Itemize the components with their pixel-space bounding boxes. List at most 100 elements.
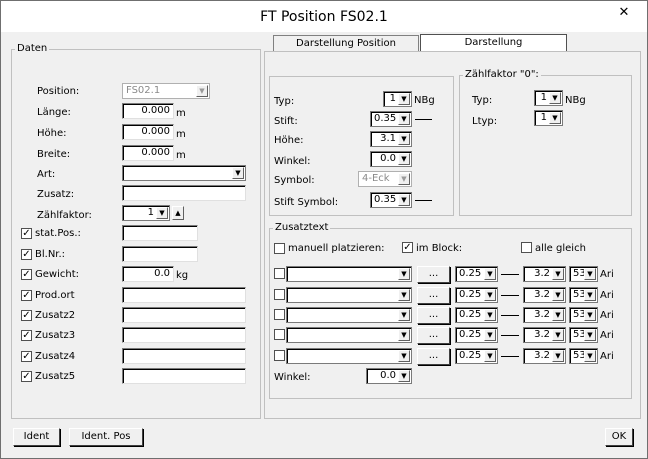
chevron-down-icon[interactable]: ▼ [398,153,410,165]
zusatztext-row-checkbox[interactable] [274,289,285,300]
zusatztext-row-font-select[interactable]: 53 ▼ [569,266,598,282]
zusatztext-row-font-select[interactable]: 53 ▼ [569,287,598,303]
ok-button[interactable]: OK [605,428,633,446]
chevron-down-icon[interactable]: ▼ [584,268,596,280]
tab-darstellung[interactable]: Darstellung [420,34,567,51]
zusatz5-checkbox[interactable]: ✓ [21,371,32,382]
breite-input[interactable]: 0.000 [122,145,174,161]
z0-typ-select[interactable]: 1 ▼ [534,90,563,106]
browse-button[interactable]: ... [417,307,450,324]
chevron-up-icon[interactable]: ▲ [172,206,184,220]
zusatztext-row-font-select[interactable]: 53 ▼ [569,327,598,343]
chevron-down-icon[interactable]: ▼ [484,329,496,341]
ident-button[interactable]: Ident [13,428,60,446]
zusatztext-row-checkbox[interactable] [274,329,285,340]
zusatz2-input[interactable] [122,307,246,323]
zusatztext-row-hoehe-select[interactable]: 3.2 ▼ [523,327,566,343]
zusatztext-row-select[interactable]: ▼ [286,266,412,282]
chevron-down-icon[interactable]: ▼ [232,167,244,179]
chevron-down-icon[interactable]: ▼ [484,350,496,362]
chevron-down-icon[interactable]: ▼ [552,289,564,301]
zusatz4-checkbox[interactable]: ✓ [21,351,32,362]
tab-darstellung-position[interactable]: Darstellung Position [273,35,419,51]
zusatztext-row-checkbox[interactable] [274,309,285,320]
zusatztext-row-stift-select[interactable]: 0.25 ▼ [455,307,498,323]
browse-button[interactable]: ... [417,287,450,304]
manuell-checkbox[interactable] [274,243,285,254]
chevron-down-icon[interactable]: ▼ [584,350,596,362]
chevron-down-icon[interactable]: ▼ [398,133,410,145]
chevron-down-icon[interactable]: ▼ [552,329,564,341]
chevron-down-icon[interactable]: ▼ [549,112,561,124]
chevron-down-icon[interactable]: ▼ [584,309,596,321]
typ-select[interactable]: 1 ▼ [383,91,412,107]
chevron-down-icon[interactable]: ▼ [552,268,564,280]
zaehlfaktor-select[interactable]: 1 ▼ [122,205,170,221]
chevron-down-icon[interactable]: ▼ [156,207,168,219]
art-select[interactable]: ▼ [122,165,246,181]
zusatztext-row-font-select[interactable]: 53 ▼ [569,307,598,323]
zusatz5-input[interactable] [122,368,246,384]
zusatztext-row-hoehe-select[interactable]: 3.2 ▼ [523,266,566,282]
browse-button[interactable]: ... [417,348,450,365]
zusatztext-row-checkbox[interactable] [274,268,285,279]
darst-hoehe-select[interactable]: 3.1 ▼ [370,131,412,147]
chevron-down-icon[interactable]: ▼ [584,329,596,341]
zusatztext-row-select[interactable]: ▼ [286,287,412,303]
browse-button[interactable]: ... [417,266,450,283]
chevron-down-icon[interactable]: ▼ [398,289,410,301]
chevron-down-icon[interactable]: ▼ [484,289,496,301]
chevron-down-icon[interactable]: ▼ [484,268,496,280]
chevron-down-icon[interactable]: ▼ [398,194,410,206]
zusatz3-input[interactable] [122,327,246,343]
statpos-input[interactable] [122,225,198,241]
zusatztext-row-select[interactable]: ▼ [286,327,412,343]
chevron-down-icon[interactable]: ▼ [398,350,410,362]
allegleich-checkbox[interactable] [521,242,532,253]
zusatztext-row-hoehe-select[interactable]: 3.2 ▼ [523,287,566,303]
imblock-checkbox[interactable]: ✓ [402,242,413,253]
zusatz3-checkbox[interactable]: ✓ [21,330,32,341]
chevron-down-icon[interactable]: ▼ [398,309,410,321]
chevron-down-icon[interactable]: ▼ [398,370,410,382]
zusatztext-row-hoehe-select[interactable]: 3.2 ▼ [523,307,566,323]
winkel-select[interactable]: 0.0 ▼ [370,151,412,167]
zusatztext-row-select[interactable]: ▼ [286,348,412,364]
zusatz2-checkbox[interactable]: ✓ [21,310,32,321]
zusatz4-input[interactable] [122,348,246,364]
stift-select[interactable]: 0.35 ▼ [370,111,412,127]
blnr-input[interactable] [122,246,198,262]
chevron-down-icon[interactable]: ▼ [552,309,564,321]
prodort-input[interactable] [122,287,246,303]
chevron-down-icon[interactable]: ▼ [398,268,410,280]
zusatztext-row-stift-select[interactable]: 0.25 ▼ [455,348,498,364]
zusatztext-row-select[interactable]: ▼ [286,307,412,323]
zusatztext-row-stift-select[interactable]: 0.25 ▼ [455,327,498,343]
zt-winkel-select[interactable]: 0.0 ▼ [366,368,412,384]
zusatz-input[interactable] [122,185,246,201]
zusatztext-row-stift-select[interactable]: 0.25 ▼ [455,287,498,303]
blnr-checkbox[interactable]: ✓ [21,249,32,260]
zusatztext-row-checkbox[interactable] [274,350,285,361]
zusatztext-row-font-select[interactable]: 53 ▼ [569,348,598,364]
close-icon[interactable]: ✕ [607,4,641,22]
gewicht-checkbox[interactable]: ✓ [21,269,32,280]
zusatztext-row-hoehe-select[interactable]: 3.2 ▼ [523,348,566,364]
laenge-input[interactable]: 0.000 [122,103,174,119]
chevron-down-icon[interactable]: ▼ [398,113,410,125]
zusatztext-row-stift-select[interactable]: 0.25 ▼ [455,266,498,282]
chevron-down-icon[interactable]: ▼ [584,289,596,301]
chevron-down-icon[interactable]: ▼ [484,309,496,321]
stiftsymbol-select[interactable]: 0.35 ▼ [370,192,412,208]
hoehe-input[interactable]: 0.000 [122,124,174,140]
chevron-down-icon[interactable]: ▼ [549,92,561,104]
chevron-down-icon[interactable]: ▼ [398,93,410,105]
browse-button[interactable]: ... [417,327,450,344]
gewicht-input[interactable]: 0.0 [122,266,174,282]
z0-ltyp-select[interactable]: 1 ▼ [534,110,563,126]
statpos-checkbox[interactable]: ✓ [21,228,32,239]
chevron-down-icon[interactable]: ▼ [552,350,564,362]
chevron-down-icon[interactable]: ▼ [398,329,410,341]
ident-pos-button[interactable]: Ident. Pos [69,428,143,446]
prodort-checkbox[interactable]: ✓ [21,290,32,301]
